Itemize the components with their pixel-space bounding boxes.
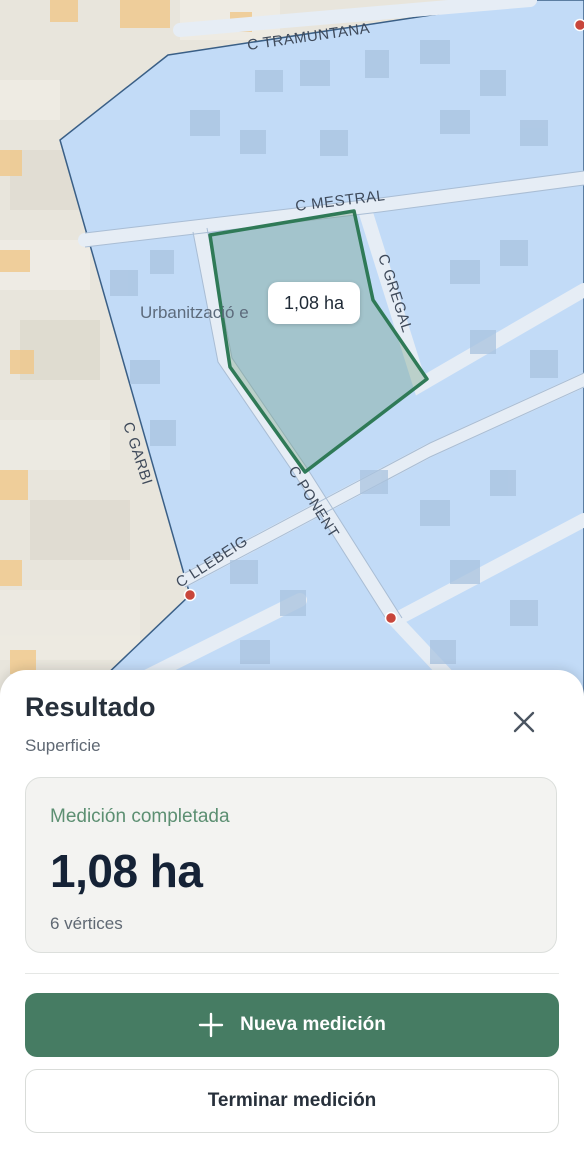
finish-measurement-label: Terminar medición [207,1090,377,1111]
new-measurement-label: Nueva medición [240,1014,386,1035]
result-card: Medición completada 1,08 ha 6 vértices [25,777,557,953]
vertex-count: 6 vértices [50,914,123,933]
finish-measurement-button[interactable]: Terminar medición [25,1069,559,1133]
sheet-subtitle: Superficie [25,736,101,755]
result-sheet: Resultado Superficie Medición completada… [0,670,584,1152]
area-tag: 1,08 ha [268,282,360,324]
place-label: Urbanització e [140,303,249,322]
close-icon [513,711,535,733]
sheet-title: Resultado [25,692,156,722]
vertex-marker[interactable] [183,588,197,602]
close-button[interactable] [506,704,542,740]
measurement-value: 1,08 ha [50,845,203,897]
app-root: C TRAMUNTANA C MESTRAL C GREGAL C GARBI … [0,0,584,1152]
measurement-status: Medición completada [50,806,230,827]
map-view[interactable]: C TRAMUNTANA C MESTRAL C GREGAL C GARBI … [0,0,584,700]
vertex-marker[interactable] [384,611,398,625]
vertex-marker[interactable] [573,18,584,32]
new-measurement-button[interactable]: Nueva medición [25,993,559,1057]
divider [25,973,559,974]
plus-icon [198,1012,224,1038]
